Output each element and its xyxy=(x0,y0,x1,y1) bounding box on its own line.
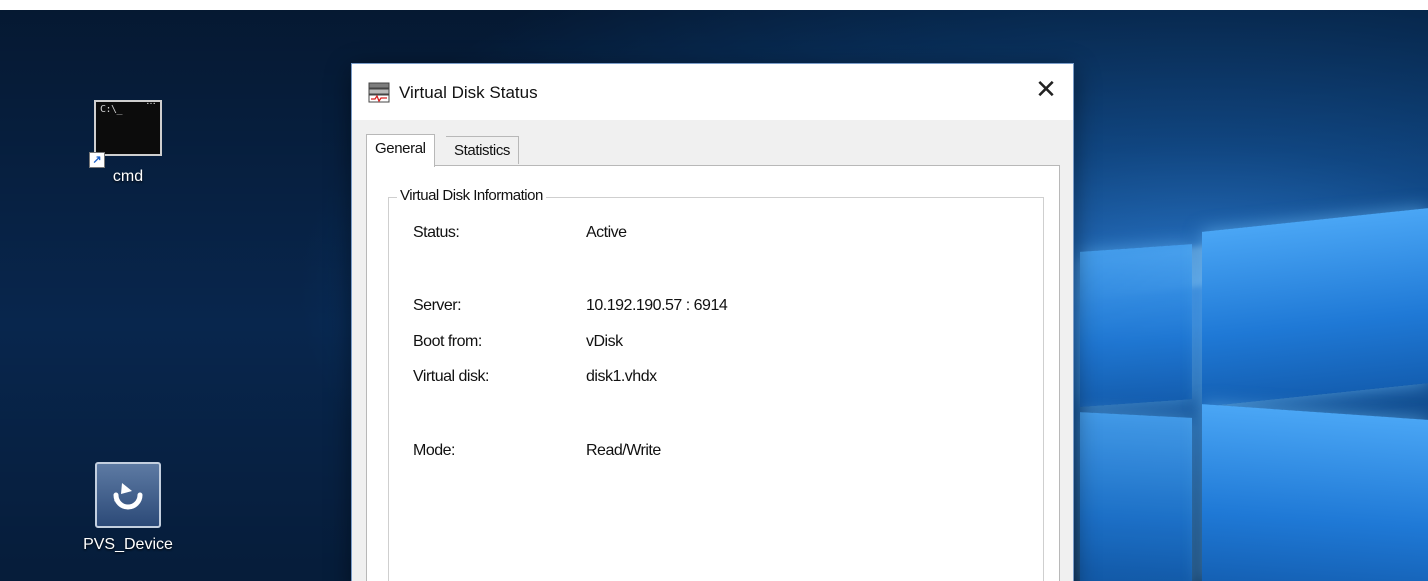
boot-from-value: vDisk xyxy=(586,333,623,350)
desktop-icon-label: PVS_Device xyxy=(83,536,173,553)
server-value: 10.192.190.57 : 6914 xyxy=(586,297,728,314)
desktop: C:\_ … ↗ cmd PVS_Device Virtual Disk Sta… xyxy=(0,10,1428,581)
desktop-icon-pvs-device[interactable]: PVS_Device xyxy=(58,462,198,554)
status-label: Status: xyxy=(413,224,460,241)
group-title: Virtual Disk Information xyxy=(397,187,546,204)
virtual-disk-value: disk1.vhdx xyxy=(586,368,657,385)
boot-from-label: Boot from: xyxy=(413,333,482,350)
mode-label: Mode: xyxy=(413,442,455,459)
windows-logo xyxy=(1070,190,1428,581)
virtual-disk-status-icon xyxy=(368,82,390,103)
virtual-disk-information-group: Virtual Disk Information Status: Active … xyxy=(388,187,1044,581)
title-bar[interactable]: Virtual Disk Status ✕ xyxy=(352,64,1073,120)
mode-value: Read/Write xyxy=(586,442,661,459)
tab-general[interactable]: General xyxy=(366,134,435,167)
pvs-device-icon xyxy=(95,462,161,528)
virtual-disk-label: Virtual disk: xyxy=(413,368,489,385)
dialog-title: Virtual Disk Status xyxy=(399,83,538,102)
shortcut-arrow-icon: ↗ xyxy=(89,152,105,168)
tab-statistics[interactable]: Statistics xyxy=(446,136,520,164)
virtual-disk-status-dialog: Virtual Disk Status ✕ General Statistics… xyxy=(351,63,1074,581)
desktop-icon-label: cmd xyxy=(112,168,144,185)
desktop-icon-cmd[interactable]: C:\_ … ↗ cmd xyxy=(58,96,198,186)
server-label: Server: xyxy=(413,297,462,314)
status-value: Active xyxy=(586,224,627,241)
close-button[interactable]: ✕ xyxy=(1019,64,1073,118)
tab-page-general: Virtual Disk Information Status: Active … xyxy=(366,165,1060,581)
cmd-icon: C:\_ … ↗ xyxy=(89,96,162,168)
dialog-client-area: General Statistics Virtual Disk Informat… xyxy=(352,120,1073,581)
